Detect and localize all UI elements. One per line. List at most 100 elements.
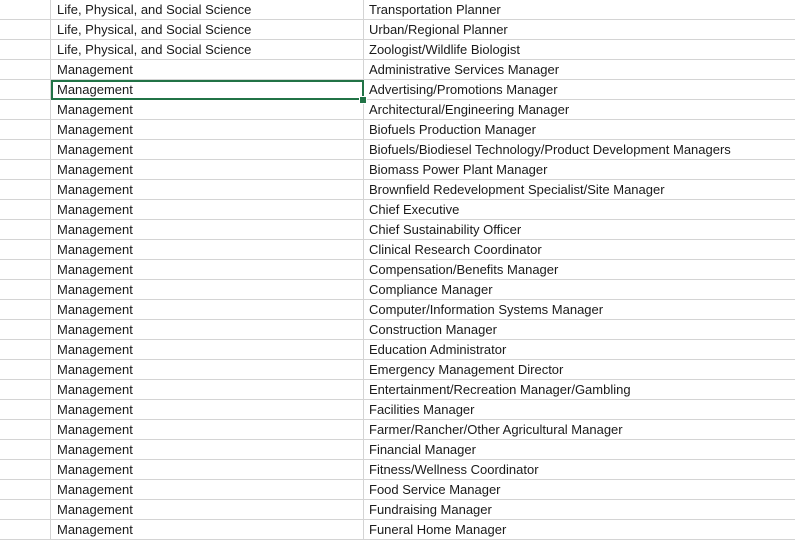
cell-occupation-title[interactable]: Urban/Regional Planner <box>364 20 795 39</box>
cell-occupation-family[interactable]: Management <box>51 220 364 239</box>
cell-occupation-family[interactable]: Management <box>51 240 364 259</box>
table-row[interactable]: Management Clinical Research Coordinator <box>0 240 795 260</box>
table-row[interactable]: Management Emergency Management Director <box>0 360 795 380</box>
table-row[interactable]: Management Computer/Information Systems M… <box>0 300 795 320</box>
cell-gutter[interactable] <box>0 300 51 319</box>
cell-occupation-family[interactable]: Management <box>51 200 364 219</box>
cell-occupation-title[interactable]: Biomass Power Plant Manager <box>364 160 795 179</box>
cell-occupation-family[interactable]: Management <box>51 160 364 179</box>
cell-gutter[interactable] <box>0 160 51 179</box>
cell-gutter[interactable] <box>0 80 51 99</box>
table-row[interactable]: Management Chief Sustainability Officer <box>0 220 795 240</box>
cell-occupation-title[interactable]: Facilities Manager <box>364 400 795 419</box>
cell-gutter[interactable] <box>0 320 51 339</box>
cell-occupation-family[interactable]: Management <box>51 260 364 279</box>
cell-occupation-family[interactable]: Management <box>51 120 364 139</box>
cell-occupation-family[interactable]: Management <box>51 60 364 79</box>
cell-gutter[interactable] <box>0 280 51 299</box>
table-row[interactable]: Management Compensation/Benefits Manager <box>0 260 795 280</box>
table-row[interactable]: Management Financial Manager <box>0 440 795 460</box>
cell-occupation-family[interactable]: Management <box>51 420 364 439</box>
cell-occupation-title[interactable]: Transportation Planner <box>364 0 795 19</box>
cell-occupation-title[interactable]: Architectural/Engineering Manager <box>364 100 795 119</box>
cell-occupation-family[interactable]: Management <box>51 140 364 159</box>
cell-occupation-family[interactable]: Management <box>51 400 364 419</box>
cell-occupation-title[interactable]: Clinical Research Coordinator <box>364 240 795 259</box>
cell-occupation-family[interactable]: Management <box>51 380 364 399</box>
cell-occupation-title[interactable]: Administrative Services Manager <box>364 60 795 79</box>
spreadsheet-grid[interactable]: Life, Physical, and Social Science Transp… <box>0 0 795 540</box>
fill-handle[interactable] <box>359 96 367 104</box>
cell-occupation-title[interactable]: Chief Sustainability Officer <box>364 220 795 239</box>
table-row[interactable]: Management Brownfield Redevelopment Speci… <box>0 180 795 200</box>
cell-gutter[interactable] <box>0 140 51 159</box>
table-row[interactable]: Life, Physical, and Social Science Urban/… <box>0 20 795 40</box>
cell-gutter[interactable] <box>0 400 51 419</box>
table-row[interactable]: Management Education Administrator <box>0 340 795 360</box>
cell-occupation-family[interactable]: Management <box>51 100 364 119</box>
table-row[interactable]: Management Chief Executive <box>0 200 795 220</box>
cell-gutter[interactable] <box>0 520 51 539</box>
cell-occupation-family[interactable]: Management <box>51 340 364 359</box>
table-row[interactable]: Management Fitness/Wellness Coordinator <box>0 460 795 480</box>
cell-occupation-title[interactable]: Zoologist/Wildlife Biologist <box>364 40 795 59</box>
cell-occupation-family[interactable]: Life, Physical, and Social Science <box>51 40 364 59</box>
cell-occupation-title[interactable]: Fundraising Manager <box>364 500 795 519</box>
cell-occupation-family[interactable]: Management <box>51 80 364 99</box>
table-row[interactable]: Management Food Service Manager <box>0 480 795 500</box>
cell-gutter[interactable] <box>0 200 51 219</box>
cell-gutter[interactable] <box>0 460 51 479</box>
cell-gutter[interactable] <box>0 480 51 499</box>
cell-gutter[interactable] <box>0 380 51 399</box>
table-row[interactable]: Management Biofuels Production Manager <box>0 120 795 140</box>
table-row[interactable]: Management Facilities Manager <box>0 400 795 420</box>
cell-occupation-title[interactable]: Fitness/Wellness Coordinator <box>364 460 795 479</box>
cell-occupation-title[interactable]: Biofuels Production Manager <box>364 120 795 139</box>
cell-occupation-title[interactable]: Food Service Manager <box>364 480 795 499</box>
cell-gutter[interactable] <box>0 60 51 79</box>
cell-occupation-family[interactable]: Management <box>51 520 364 539</box>
cell-occupation-family[interactable]: Management <box>51 480 364 499</box>
cell-gutter[interactable] <box>0 120 51 139</box>
table-row[interactable]: Management Architectural/Engineering Mana… <box>0 100 795 120</box>
cell-occupation-family[interactable]: Life, Physical, and Social Science <box>51 0 364 19</box>
cell-occupation-title[interactable]: Brownfield Redevelopment Specialist/Site… <box>364 180 795 199</box>
cell-gutter[interactable] <box>0 100 51 119</box>
table-row[interactable]: Management Fundraising Manager <box>0 500 795 520</box>
cell-occupation-title[interactable]: Farmer/Rancher/Other Agricultural Manage… <box>364 420 795 439</box>
cell-gutter[interactable] <box>0 420 51 439</box>
cell-gutter[interactable] <box>0 260 51 279</box>
table-row[interactable]: Management Entertainment/Recreation Manag… <box>0 380 795 400</box>
cell-occupation-title[interactable]: Entertainment/Recreation Manager/Gamblin… <box>364 380 795 399</box>
table-row[interactable]: Life, Physical, and Social Science Zoolog… <box>0 40 795 60</box>
cell-occupation-title[interactable]: Emergency Management Director <box>364 360 795 379</box>
cell-occupation-family[interactable]: Management <box>51 460 364 479</box>
cell-occupation-family[interactable]: Life, Physical, and Social Science <box>51 20 364 39</box>
cell-gutter[interactable] <box>0 340 51 359</box>
cell-occupation-title[interactable]: Computer/Information Systems Manager <box>364 300 795 319</box>
cell-occupation-title[interactable]: Financial Manager <box>364 440 795 459</box>
cell-occupation-title[interactable]: Biofuels/Biodiesel Technology/Product De… <box>364 140 795 159</box>
table-row[interactable]: Management Compliance Manager <box>0 280 795 300</box>
table-row[interactable]: Management Funeral Home Manager <box>0 520 795 540</box>
cell-gutter[interactable] <box>0 240 51 259</box>
cell-occupation-family[interactable]: Management <box>51 180 364 199</box>
cell-occupation-title[interactable]: Advertising/Promotions Manager <box>364 80 795 99</box>
cell-occupation-title[interactable]: Chief Executive <box>364 200 795 219</box>
cell-gutter[interactable] <box>0 220 51 239</box>
table-row[interactable]: Life, Physical, and Social Science Transp… <box>0 0 795 20</box>
cell-occupation-title[interactable]: Education Administrator <box>364 340 795 359</box>
cell-occupation-family[interactable]: Management <box>51 280 364 299</box>
cell-occupation-title[interactable]: Funeral Home Manager <box>364 520 795 539</box>
table-row[interactable]: Management Biomass Power Plant Manager <box>0 160 795 180</box>
cell-gutter[interactable] <box>0 0 51 19</box>
cell-gutter[interactable] <box>0 180 51 199</box>
cell-occupation-family[interactable]: Management <box>51 440 364 459</box>
cell-gutter[interactable] <box>0 440 51 459</box>
cell-occupation-family[interactable]: Management <box>51 320 364 339</box>
table-row[interactable]: Management Biofuels/Biodiesel Technology/… <box>0 140 795 160</box>
cell-gutter[interactable] <box>0 360 51 379</box>
table-row[interactable]: Management Advertising/Promotions Manager <box>0 80 795 100</box>
table-row[interactable]: Management Administrative Services Manage… <box>0 60 795 80</box>
table-row[interactable]: Management Construction Manager <box>0 320 795 340</box>
